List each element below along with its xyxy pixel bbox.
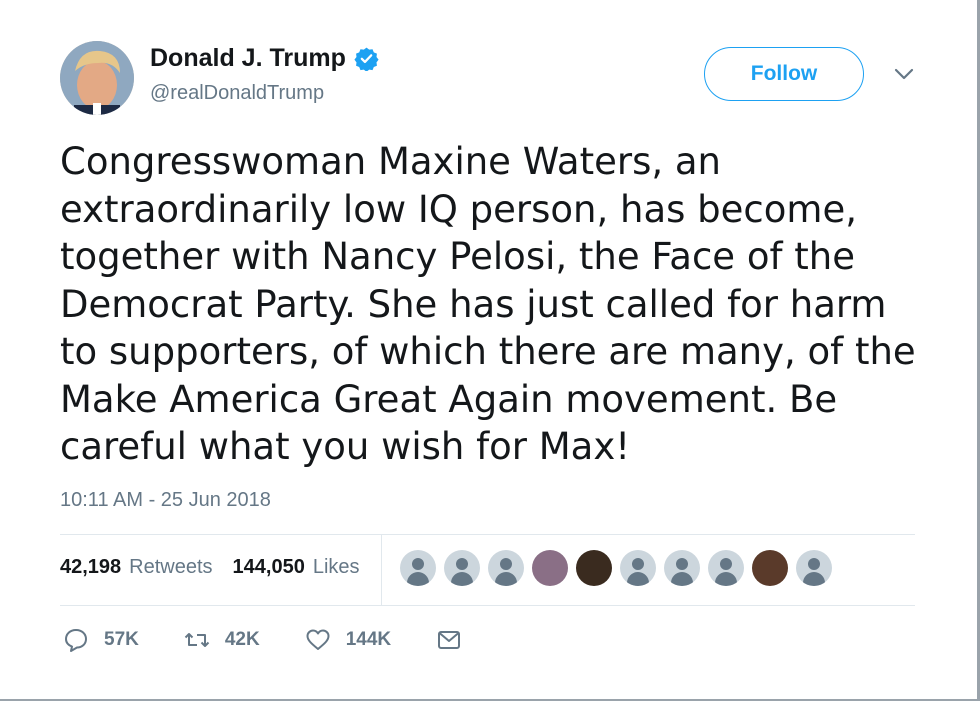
mail-icon xyxy=(438,631,461,649)
liker-avatar[interactable] xyxy=(708,550,744,586)
liker-avatar[interactable] xyxy=(576,550,612,586)
tweet-timestamp[interactable]: 10:11 AM - 25 Jun 2018 xyxy=(60,489,271,512)
tweet-line: Congresswoman Maxine Waters, an xyxy=(60,140,721,183)
divider xyxy=(381,535,382,605)
default-profile-icon xyxy=(500,558,512,570)
likes-count[interactable]: 144,050 xyxy=(233,556,305,579)
reply-icon xyxy=(65,629,87,652)
tweet-line: Democrat Party. She has just called for … xyxy=(60,282,887,326)
tweet-text: Congresswoman Maxine Waters, an extraord… xyxy=(60,138,940,471)
author-avatar[interactable] xyxy=(60,41,134,115)
likers-avatars xyxy=(400,550,832,586)
engagement-stats: 42,198 Retweets 144,050 Likes xyxy=(60,556,372,579)
liker-avatar[interactable] xyxy=(620,550,656,586)
author-name[interactable]: Donald J. Trump xyxy=(150,44,346,73)
retweets-count[interactable]: 42,198 xyxy=(60,556,121,579)
verified-badge-icon xyxy=(354,47,379,71)
likes-label[interactable]: Likes xyxy=(313,556,360,579)
liker-avatar[interactable] xyxy=(488,550,524,586)
author-handle[interactable]: @realDonaldTrump xyxy=(150,82,324,105)
reply-count: 57K xyxy=(104,629,139,650)
liker-avatar[interactable] xyxy=(444,550,480,586)
default-profile-icon xyxy=(632,558,644,570)
liker-avatar[interactable] xyxy=(664,550,700,586)
liker-avatar[interactable] xyxy=(400,550,436,586)
avatar-portrait xyxy=(60,41,134,115)
liker-avatar[interactable] xyxy=(752,550,788,586)
direct-message-button[interactable] xyxy=(435,626,463,654)
tweet-line: extraordinarily low IQ person, has becom… xyxy=(60,187,857,231)
retweet-button[interactable]: 42K xyxy=(183,626,260,654)
heart-icon xyxy=(306,629,330,650)
retweet-count: 42K xyxy=(224,629,260,650)
default-profile-icon xyxy=(412,558,424,570)
default-profile-icon xyxy=(808,558,820,570)
follow-button[interactable]: Follow xyxy=(704,47,864,101)
like-count: 144K xyxy=(345,629,392,650)
divider xyxy=(60,605,915,606)
liker-avatar[interactable] xyxy=(532,550,568,586)
tweet-line: together with Nancy Pelosi, the Face of … xyxy=(60,235,855,278)
default-profile-icon xyxy=(676,558,688,570)
tweet-line: to supporters, of which there are many, … xyxy=(60,330,916,373)
tweet-actions: 57K 42K 144K xyxy=(62,626,507,654)
retweet-icon xyxy=(184,633,210,647)
divider xyxy=(60,534,915,535)
tweet-line: Make America Great Again movement. Be xyxy=(60,377,838,421)
tweet-card: Donald J. Trump @realDonaldTrump Follow … xyxy=(0,0,975,698)
reply-button[interactable]: 57K xyxy=(62,626,139,654)
liker-avatar[interactable] xyxy=(796,550,832,586)
chevron-down-icon[interactable] xyxy=(893,67,915,81)
default-profile-icon xyxy=(720,558,732,570)
retweets-label[interactable]: Retweets xyxy=(129,556,212,579)
like-button[interactable]: 144K xyxy=(304,626,391,654)
tweet-line: careful what you wish for Max! xyxy=(60,425,631,468)
default-profile-icon xyxy=(456,558,468,570)
